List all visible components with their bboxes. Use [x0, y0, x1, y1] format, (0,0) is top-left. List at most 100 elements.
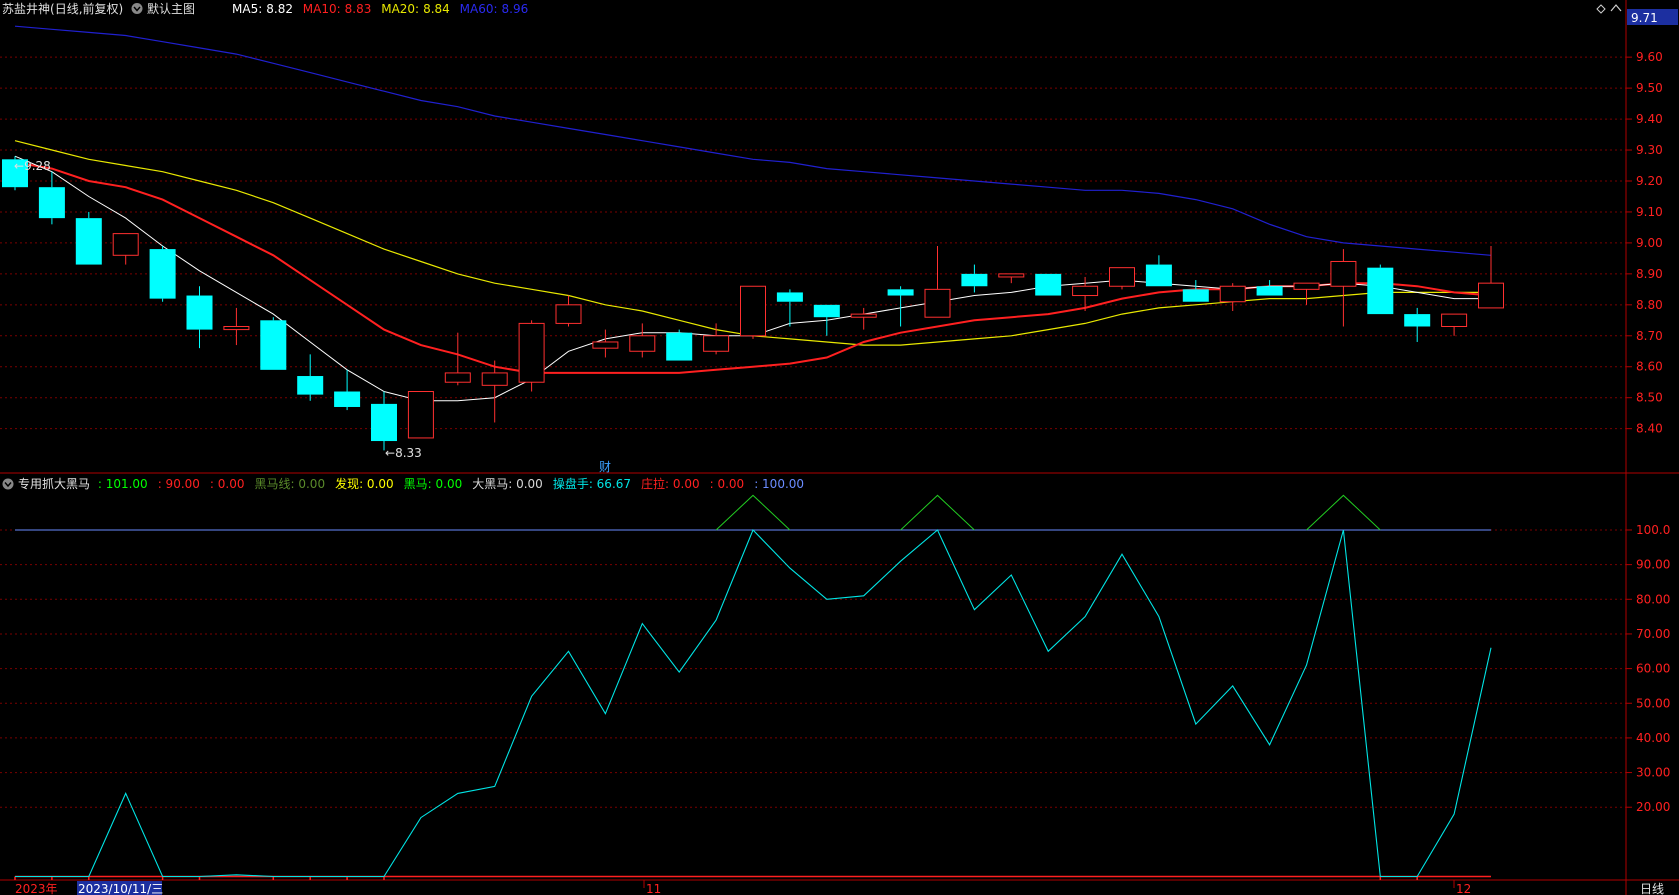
- candle[interactable]: [334, 369, 361, 411]
- candle-body: [1367, 267, 1394, 315]
- sub-tick-label: 50.00: [1636, 696, 1670, 710]
- sub-tick-label: 70.00: [1636, 627, 1670, 641]
- candle[interactable]: [112, 233, 139, 265]
- sub-indicator-legend: 专用抓大黑马 : 101.00: 90.00: 0.00 黑马线: 0.00 发现:…: [18, 476, 804, 491]
- candle[interactable]: [223, 307, 250, 346]
- candle-body: [407, 391, 434, 439]
- candle[interactable]: [813, 304, 840, 336]
- price-tick-label: 8.60: [1636, 360, 1663, 374]
- candle[interactable]: [666, 329, 693, 361]
- candle-body: [1219, 285, 1246, 303]
- finance-event-marker[interactable]: 财: [599, 460, 611, 474]
- candle[interactable]: [1145, 255, 1172, 287]
- candle-body: [297, 376, 324, 395]
- candle[interactable]: [1367, 264, 1394, 315]
- stock-chart[interactable]: 9.60 9.50 9.40 9.30 9.20 9.10 9.00 8.90 8.80 8.70…: [0, 0, 1679, 895]
- ma-legend: MA5: 8.82 MA10: 8.83 MA20: 8.84 MA60: 8.96: [232, 2, 528, 16]
- candle[interactable]: [1109, 267, 1135, 290]
- price-tick-label: 8.90: [1636, 267, 1663, 281]
- candle-body: [1109, 267, 1135, 287]
- x-axis-month-11: 11: [646, 882, 661, 895]
- candle[interactable]: [444, 332, 471, 386]
- main-grid: [0, 56, 1626, 430]
- candle[interactable]: [149, 246, 176, 302]
- candle[interactable]: [998, 273, 1025, 284]
- candle[interactable]: [703, 323, 730, 355]
- candle-body: [1182, 289, 1209, 302]
- sub-indicator-series: [14, 494, 1492, 880]
- candle[interactable]: [38, 171, 65, 225]
- candle[interactable]: [1219, 283, 1246, 312]
- candle[interactable]: [592, 329, 619, 358]
- candle[interactable]: [629, 323, 656, 358]
- candle[interactable]: [555, 295, 582, 327]
- candle-body: [149, 249, 176, 299]
- candle[interactable]: [1441, 313, 1468, 336]
- candle-body: [813, 304, 840, 318]
- dropdown-icon[interactable]: [2, 478, 14, 490]
- candle[interactable]: [1293, 282, 1320, 305]
- candle[interactable]: [407, 391, 434, 439]
- sub-tick-label: 90.00: [1636, 558, 1670, 572]
- price-tick-label: 8.40: [1636, 422, 1663, 436]
- legend-entry: : 101.00: [98, 477, 148, 491]
- period-button[interactable]: 日线: [1640, 882, 1664, 895]
- legend-entry: 大黑马: 0.00: [472, 477, 543, 491]
- candle-body: [481, 372, 508, 386]
- candle[interactable]: [740, 285, 766, 339]
- x-axis-year-label: 2023年: [15, 882, 58, 895]
- candle[interactable]: [961, 264, 988, 293]
- candle-body: [740, 285, 766, 337]
- candle[interactable]: [518, 320, 545, 392]
- price-tick-label: 9.10: [1636, 205, 1663, 219]
- low-price-marker: ←8.33: [385, 446, 422, 460]
- candle[interactable]: [75, 211, 102, 265]
- candlestick-series[interactable]: [2, 156, 1504, 451]
- price-tick-label: 8.50: [1636, 391, 1663, 405]
- price-tick-label: 9.40: [1636, 112, 1663, 126]
- candle[interactable]: [481, 360, 508, 423]
- candle-body: [555, 304, 582, 324]
- candle-body: [998, 273, 1025, 278]
- indicator-selector[interactable]: 默认主图: [131, 1, 196, 16]
- candle[interactable]: [776, 289, 803, 327]
- signal-peak: [715, 494, 791, 531]
- candle-body: [260, 320, 287, 370]
- candle-body: [850, 313, 877, 318]
- candle[interactable]: [371, 391, 397, 451]
- candle-body: [1293, 282, 1320, 290]
- price-tick-label: 9.30: [1636, 143, 1663, 157]
- candle[interactable]: [260, 317, 287, 370]
- candle[interactable]: [1182, 280, 1209, 302]
- legend-entry: : 0.00: [210, 477, 245, 491]
- candle[interactable]: [1256, 280, 1283, 296]
- candle[interactable]: [850, 307, 877, 330]
- candle-body: [961, 273, 988, 287]
- sub-tick-label: 80.00: [1636, 592, 1670, 606]
- price-tick-label: 9.20: [1636, 174, 1663, 188]
- candle[interactable]: [924, 246, 951, 318]
- candle-body: [776, 292, 803, 302]
- settings-icon[interactable]: [1596, 4, 1606, 14]
- price-max-label: 9.71: [1631, 11, 1658, 25]
- candle[interactable]: [1035, 273, 1062, 296]
- candle-body: [1478, 282, 1504, 309]
- price-tick-label: 9.50: [1636, 81, 1663, 95]
- collapse-icon[interactable]: [1610, 4, 1622, 12]
- price-tick-label: 8.80: [1636, 298, 1663, 312]
- dropdown-icon[interactable]: [131, 3, 143, 14]
- sub-tick-label: 30.00: [1636, 766, 1670, 780]
- candle-body: [38, 187, 65, 219]
- candle[interactable]: [1478, 246, 1504, 309]
- candle-body: [887, 289, 914, 296]
- candle-body: [371, 403, 397, 442]
- ma60-line: [14, 25, 1492, 256]
- sub-indicator-selector[interactable]: [2, 478, 14, 490]
- candle-body: [592, 341, 619, 349]
- candle-body: [703, 335, 730, 352]
- legend-entry: 黑马: 0.00: [404, 477, 463, 491]
- candle[interactable]: [297, 354, 324, 401]
- candle[interactable]: [1404, 307, 1431, 342]
- candle[interactable]: [1330, 249, 1357, 327]
- candle[interactable]: [186, 286, 213, 349]
